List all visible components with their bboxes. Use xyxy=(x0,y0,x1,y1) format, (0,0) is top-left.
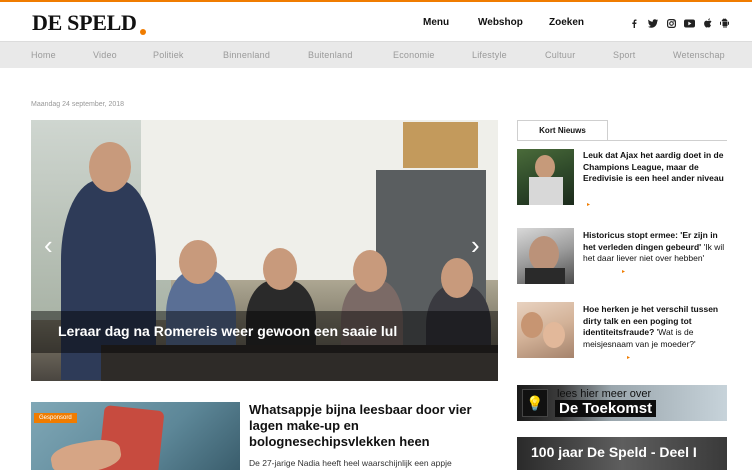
promo-de-toekomst-line2: De Toekomst xyxy=(555,400,657,417)
article-lead: De 27-jarige Nadia heeft heel waarschijn… xyxy=(249,458,452,468)
apple-icon[interactable] xyxy=(704,18,712,28)
tab-kort-nieuws[interactable]: Kort Nieuws xyxy=(517,120,608,140)
category-video[interactable]: Video xyxy=(93,50,117,60)
category-wetenschap[interactable]: Wetenschap xyxy=(673,50,725,60)
sponsored-article-image[interactable]: Gesponsord xyxy=(31,402,240,470)
site-logo[interactable]: DE SPELD xyxy=(32,10,137,36)
hero-caption[interactable]: Leraar dag na Romereis weer gewoon een s… xyxy=(58,323,397,339)
category-binnenland[interactable]: Binnenland xyxy=(223,50,270,60)
news-thumb-2-face xyxy=(529,236,559,272)
youtube-icon[interactable] xyxy=(684,19,695,28)
site-header: DE SPELD Menu Webshop Zoeken xyxy=(0,2,752,41)
chevron-right-icon[interactable]: › xyxy=(471,232,480,258)
news-item-3[interactable]: Hoe herken je het verschil tussen dirty … xyxy=(583,304,729,350)
news-item-3-title: Hoe herken je het verschil tussen dirty … xyxy=(583,304,719,337)
hero-image-student-2-head xyxy=(263,248,297,290)
nav-menu[interactable]: Menu xyxy=(423,17,449,28)
nav-zoeken[interactable]: Zoeken xyxy=(549,17,584,28)
news-thumb-1-face xyxy=(535,155,555,179)
news-item-1[interactable]: Leuk dat Ajax het aardig doet in de Cham… xyxy=(583,150,729,185)
promo-de-toekomst[interactable]: 💡 lees hier meer over De Toekomst xyxy=(517,385,727,421)
news-item-2-more-icon[interactable]: ▸ xyxy=(622,268,625,275)
hand-illustration xyxy=(48,436,124,470)
facebook-icon[interactable] xyxy=(631,19,638,28)
hero-slider[interactable]: Leraar dag na Romereis weer gewoon een s… xyxy=(31,120,498,381)
news-thumb-2[interactable] xyxy=(517,228,574,284)
promo-100-jaar[interactable]: 100 jaar De Speld - Deel I xyxy=(517,437,727,470)
hero-image-student-3-head xyxy=(353,250,387,292)
category-economie[interactable]: Economie xyxy=(393,50,435,60)
chevron-left-icon[interactable]: ‹ xyxy=(44,232,53,258)
news-item-3-more-icon[interactable]: ▸ xyxy=(627,354,630,361)
category-home[interactable]: Home xyxy=(31,50,56,60)
news-thumb-3-face-2 xyxy=(543,322,565,348)
news-item-2-title: Historicus stopt ermee: 'Er zijn in het … xyxy=(583,230,718,252)
article-title[interactable]: Whatsappje bijna leesbaar door vier lage… xyxy=(249,402,494,450)
news-thumb-1-shirt xyxy=(529,177,563,205)
category-bar: Home Video Politiek Binnenland Buitenlan… xyxy=(0,41,752,68)
logo-dot xyxy=(140,29,146,35)
hero-image-box xyxy=(403,122,478,168)
android-icon[interactable] xyxy=(720,18,729,28)
promo-100-jaar-title: 100 jaar De Speld - Deel I xyxy=(531,444,697,460)
hero-image-teacher-head xyxy=(89,142,131,192)
twitter-icon[interactable] xyxy=(648,19,658,28)
news-thumb-2-coat xyxy=(525,268,565,284)
category-buitenland[interactable]: Buitenland xyxy=(308,50,353,60)
news-item-1-title: Leuk dat Ajax het aardig doet in de Cham… xyxy=(583,150,724,183)
kort-nieuws-divider xyxy=(517,140,727,141)
news-item-2[interactable]: Historicus stopt ermee: 'Er zijn in het … xyxy=(583,230,729,265)
hero-image-student-4-head xyxy=(441,258,473,298)
news-thumb-1[interactable] xyxy=(517,149,574,205)
instagram-icon[interactable] xyxy=(667,19,676,28)
category-cultuur[interactable]: Cultuur xyxy=(545,50,575,60)
category-politiek[interactable]: Politiek xyxy=(153,50,184,60)
category-lifestyle[interactable]: Lifestyle xyxy=(472,50,507,60)
current-date: Maandag 24 september, 2018 xyxy=(31,101,125,108)
news-thumb-3[interactable] xyxy=(517,302,574,358)
lightbulb-icon: 💡 xyxy=(522,389,548,417)
category-sport[interactable]: Sport xyxy=(613,50,636,60)
news-thumb-3-face-1 xyxy=(521,312,543,338)
sponsored-tag: Gesponsord xyxy=(34,413,77,423)
nav-webshop[interactable]: Webshop xyxy=(478,17,523,28)
hero-image-student-1-head xyxy=(179,240,217,284)
promo-de-toekomst-line1: lees hier meer over xyxy=(557,388,652,400)
news-item-1-more-icon[interactable]: ▸ xyxy=(587,201,590,208)
